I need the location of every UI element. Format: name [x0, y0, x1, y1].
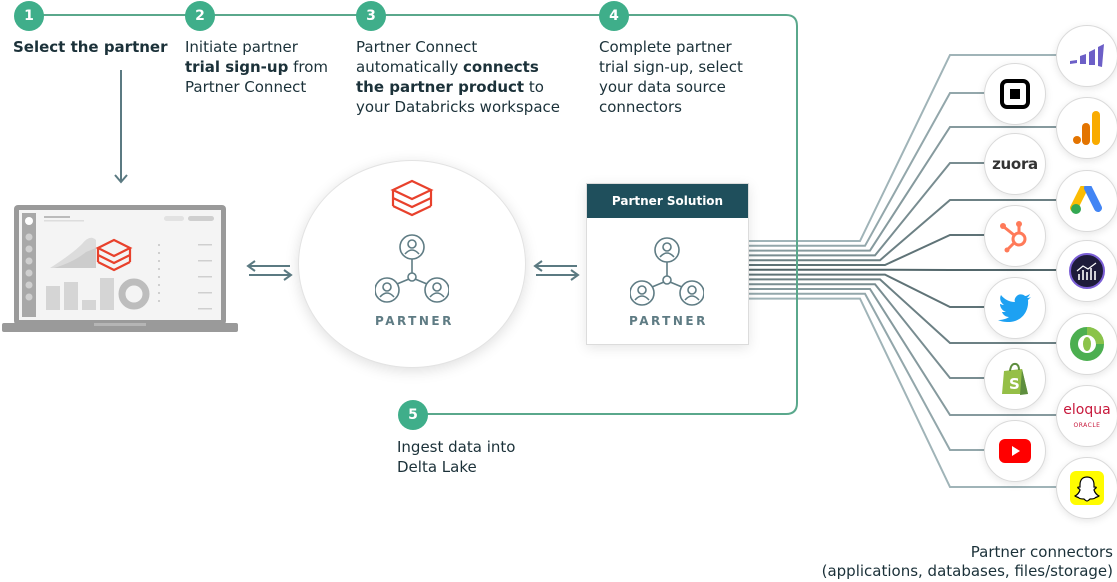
- google-ads-logo-icon: [1070, 186, 1102, 214]
- square-logo-icon: [1000, 79, 1030, 109]
- snapchat-logo-icon: [1070, 471, 1104, 505]
- step-3-line: the partner product to: [356, 77, 560, 97]
- connector-adobe-analytics[interactable]: [1056, 240, 1117, 302]
- partner-solution-header: Partner Solution: [587, 184, 748, 218]
- twitter-logo-icon: [998, 294, 1031, 322]
- connector-youtube[interactable]: [984, 420, 1046, 482]
- step-number: 5: [408, 407, 418, 423]
- partner-solution-card: Partner Solution PARTNER: [586, 183, 749, 345]
- zuora-logo-icon: zuora: [992, 155, 1038, 173]
- step-4-badge: 4: [599, 1, 629, 31]
- step-2-badge: 2: [185, 1, 215, 31]
- step-number: 3: [366, 8, 376, 24]
- step-3-line: your Databricks workspace: [356, 98, 560, 116]
- step-3-line: Partner Connect: [356, 38, 478, 56]
- connector-snapchat[interactable]: [1056, 457, 1117, 519]
- youtube-logo-icon: [999, 439, 1031, 463]
- step-2-rest: from: [288, 58, 329, 76]
- caption-line: (applications, databases, files/storage): [821, 562, 1113, 580]
- connector-zuora[interactable]: zuora: [984, 133, 1046, 195]
- step-1-bold: Select the partner: [13, 38, 168, 56]
- partner-network-icon: [630, 237, 704, 306]
- step-5-line: Delta Lake: [397, 458, 477, 476]
- step-2-text: Initiate partner trial sign-up from Part…: [185, 37, 328, 97]
- marketo-logo-icon: [1070, 44, 1104, 67]
- step-number: 4: [609, 8, 619, 24]
- step-1-badge: 1: [14, 1, 44, 31]
- step-3-plain: automatically: [356, 58, 464, 76]
- step-5-badge: 5: [398, 400, 428, 430]
- oracle-wordmark: ORACLE: [1073, 422, 1101, 429]
- step-3-line: automatically connects: [356, 57, 560, 77]
- adobe-analytics-logo-icon: [1069, 253, 1105, 289]
- partner-card-label: PARTNER: [629, 314, 708, 328]
- doubleclick-logo-icon: [1070, 327, 1104, 361]
- connector-google-analytics[interactable]: [1056, 97, 1117, 159]
- partner-network-icon: [375, 234, 449, 303]
- step-2-line: Partner Connect: [185, 78, 307, 96]
- svg-text:S: S: [1009, 375, 1020, 393]
- google-analytics-logo-icon: [1073, 111, 1100, 145]
- caption-line: Partner connectors: [970, 543, 1113, 561]
- connector-google-ads[interactable]: [1056, 170, 1117, 232]
- step-2-line: Initiate partner: [185, 38, 298, 56]
- partner-connectors-caption: Partner connectors (applications, databa…: [822, 543, 1113, 581]
- step-3-bold: connects: [463, 58, 539, 76]
- step-2-bold: trial sign-up: [185, 58, 289, 76]
- step-2-line: trial sign-up from: [185, 57, 328, 77]
- connector-line: [748, 92, 986, 247]
- step-1-text: Select the partner: [13, 37, 168, 57]
- connector-hubspot[interactable]: [984, 205, 1046, 267]
- shopify-logo-icon: S: [1002, 362, 1028, 395]
- connector-twitter[interactable]: [984, 277, 1046, 339]
- step-3-bold: the partner product: [356, 78, 525, 96]
- databricks-logo-icon: [390, 179, 434, 217]
- step-4-line: Complete partner: [599, 38, 732, 56]
- databricks-workspace-laptop-illustration: [2, 205, 238, 332]
- partner-connect-circle: PARTNER: [298, 160, 526, 368]
- step-number: 1: [24, 8, 34, 24]
- connector-eloqua[interactable]: eloqua ORACLE: [1056, 385, 1117, 447]
- hubspot-logo-icon: [1000, 221, 1027, 253]
- step-3-text: Partner Connect automatically connects t…: [356, 37, 560, 117]
- step-4-line: your data source: [599, 78, 726, 96]
- laptop-partner-exchange-arrows: [246, 260, 293, 281]
- connector-shopify[interactable]: S: [984, 348, 1046, 410]
- step-4-line: trial sign-up, select: [599, 58, 743, 76]
- step-3-badge: 3: [356, 1, 386, 31]
- step-3-rest: to: [524, 78, 544, 96]
- connector-square[interactable]: [984, 63, 1046, 125]
- eloqua-logo-icon: eloqua: [1063, 402, 1111, 418]
- step-4-text: Complete partner trial sign-up, select y…: [599, 37, 743, 117]
- step-4-line: connectors: [599, 98, 682, 116]
- connector-marketo[interactable]: [1056, 25, 1117, 87]
- step-5-text: Ingest data into Delta Lake: [397, 437, 515, 477]
- connector-doubleclick[interactable]: [1056, 313, 1117, 375]
- step-number: 2: [195, 8, 205, 24]
- connector-line: [748, 292, 986, 451]
- partner-circle-label: PARTNER: [375, 314, 454, 328]
- partner-solution-exchange-arrows: [533, 260, 580, 281]
- step-5-line: Ingest data into: [397, 438, 516, 456]
